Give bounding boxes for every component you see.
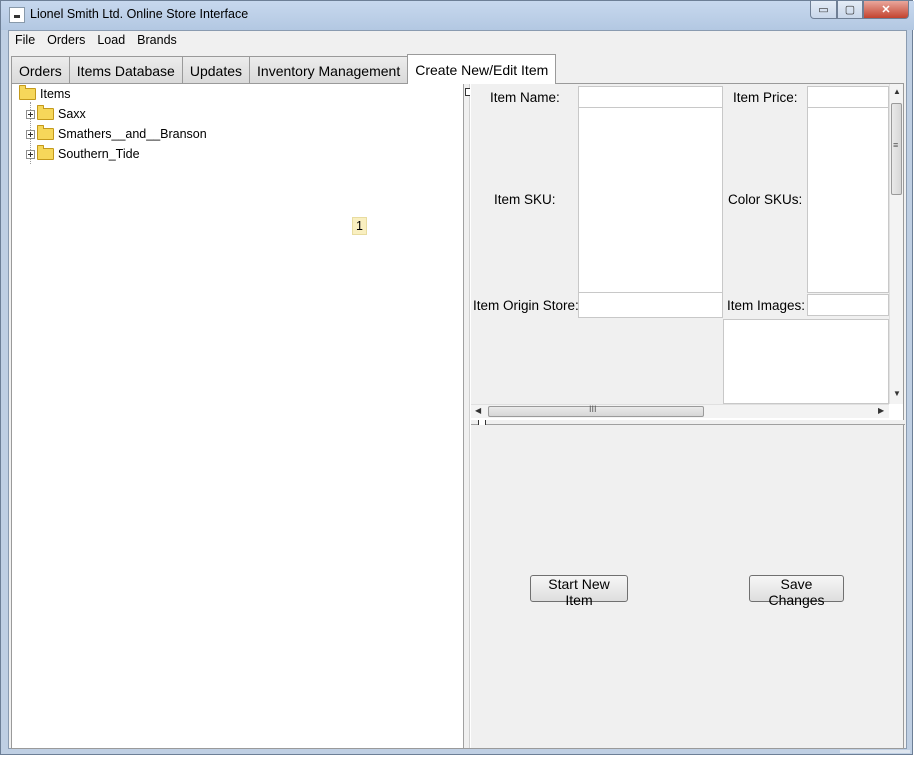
save-changes-button[interactable]: Save Changes	[749, 575, 844, 608]
splitter-handle[interactable]	[465, 88, 470, 96]
menu-bar: File Orders Load Brands	[9, 31, 906, 50]
tab-updates[interactable]: Updates	[181, 56, 251, 84]
window-controls: ▭ ▢ ✕	[810, 1, 909, 19]
form-horizontal-scrollbar[interactable]: ◀ III ▶	[471, 404, 889, 418]
menu-orders[interactable]: Orders	[41, 31, 91, 50]
tree-node-southern-tide[interactable]: Southern_Tide	[26, 145, 140, 163]
tab-inventory-management[interactable]: Inventory Management	[249, 56, 409, 84]
item-images-list[interactable]	[723, 319, 889, 404]
expand-icon[interactable]	[26, 149, 35, 159]
minimize-icon: ▭	[818, 4, 829, 16]
menu-brands[interactable]: Brands	[131, 31, 183, 50]
item-sku-field[interactable]	[578, 107, 723, 293]
item-sku-label: Item SKU:	[494, 192, 556, 207]
tab-content: Items Saxx Smathers__and__Branson Southe…	[11, 83, 905, 749]
close-icon: ✕	[881, 4, 891, 16]
vertical-scroll-thumb[interactable]: ≡	[891, 103, 902, 195]
folder-icon	[37, 105, 54, 120]
resize-grip[interactable]	[840, 750, 910, 753]
app-window: Lionel Smith Ltd. Online Store Interface…	[0, 0, 914, 755]
scroll-left-arrow-icon[interactable]: ◀	[475, 406, 481, 415]
expand-icon[interactable]	[26, 129, 35, 139]
menu-load[interactable]: Load	[91, 31, 131, 50]
title-bar[interactable]: Lionel Smith Ltd. Online Store Interface…	[1, 1, 914, 30]
tree-node-label: Smathers__and__Branson	[58, 127, 207, 141]
tree-node-smathers-and-branson[interactable]: Smathers__and__Branson	[26, 125, 207, 143]
scroll-up-arrow-icon[interactable]: ▲	[893, 87, 901, 96]
item-price-field[interactable]	[807, 86, 889, 108]
start-new-item-button[interactable]: Start New Item	[530, 575, 628, 608]
item-form: Item Name: Item Price: Item SKU: Color S…	[471, 84, 889, 404]
app-icon	[9, 7, 25, 23]
tree-root-row[interactable]: Items	[19, 85, 71, 103]
vertical-splitter[interactable]	[463, 84, 470, 748]
item-origin-store-label: Item Origin Store:	[473, 298, 579, 313]
folder-icon	[19, 85, 36, 100]
item-tree[interactable]: Items Saxx Smathers__and__Branson Southe…	[12, 84, 463, 748]
tree-node-label: Southern_Tide	[58, 147, 140, 161]
close-button[interactable]: ✕	[863, 1, 909, 19]
scroll-right-arrow-icon[interactable]: ▶	[878, 406, 884, 415]
color-skus-label: Color SKUs:	[728, 192, 803, 207]
maximize-icon: ▢	[844, 4, 856, 16]
menu-file[interactable]: File	[9, 31, 41, 50]
horizontal-scroll-thumb[interactable]: III	[488, 404, 704, 417]
item-name-label: Item Name:	[490, 90, 560, 105]
minimize-button[interactable]: ▭	[810, 1, 837, 19]
item-images-label: Item Images:	[727, 298, 806, 313]
expand-icon[interactable]	[26, 109, 35, 119]
tooltip: 1	[352, 217, 367, 235]
client-area: File Orders Load Brands Orders Items Dat…	[8, 30, 907, 749]
item-origin-store-field[interactable]	[578, 292, 723, 318]
tab-orders[interactable]: Orders	[11, 56, 70, 84]
maximize-button[interactable]: ▢	[837, 1, 863, 19]
item-images-field[interactable]	[807, 294, 889, 316]
tab-create-edit-item[interactable]: Create New/Edit Item	[407, 54, 557, 84]
tree-node-saxx[interactable]: Saxx	[26, 105, 86, 123]
item-price-label: Item Price:	[733, 90, 798, 105]
tree-root-label: Items	[40, 87, 71, 101]
window-title: Lionel Smith Ltd. Online Store Interface	[30, 7, 249, 21]
form-vertical-scrollbar[interactable]: ▲ ≡ ▼	[889, 84, 903, 404]
color-skus-field[interactable]	[807, 107, 889, 293]
scroll-down-arrow-icon[interactable]: ▼	[893, 389, 901, 398]
tab-items-database[interactable]: Items Database	[68, 56, 183, 84]
folder-icon	[37, 125, 54, 140]
folder-icon	[37, 145, 54, 160]
item-name-field[interactable]	[578, 86, 723, 108]
tree-node-label: Saxx	[58, 107, 86, 121]
tab-bar: Orders Items Database Updates Inventory …	[11, 54, 557, 84]
grip-icon: ≡	[893, 140, 899, 150]
action-panel: Start New Item Save Changes	[471, 425, 903, 748]
grip-icon: III	[589, 404, 597, 414]
